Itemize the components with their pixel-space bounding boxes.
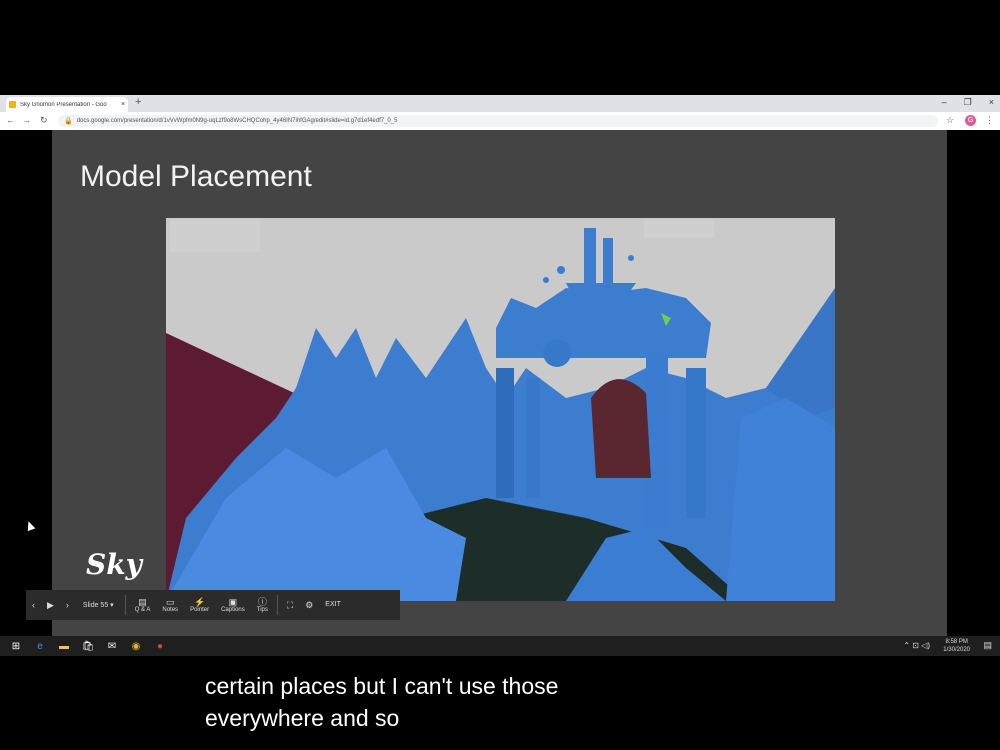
- toolbar-divider: [124, 595, 126, 615]
- lock-icon: 🔒: [64, 118, 73, 125]
- slide-selector[interactable]: Slide 55 ▾: [83, 601, 114, 609]
- qa-label: Q & A: [134, 607, 151, 613]
- game-scene-screenshot: [166, 218, 835, 601]
- forward-arrow-icon[interactable]: →: [22, 115, 31, 125]
- caption-line-1: certain places but I can't use those: [205, 673, 559, 699]
- chat-icon: ▤: [138, 597, 147, 607]
- edge-icon[interactable]: e: [32, 639, 48, 653]
- new-tab-button[interactable]: +: [135, 96, 141, 108]
- slide-title: Model Placement: [80, 160, 312, 193]
- captions-icon: ▣: [228, 597, 238, 607]
- chrome-icon[interactable]: ◉: [128, 639, 144, 653]
- notes-button[interactable]: ▭ Notes: [162, 597, 178, 613]
- presentation-stage: Model Placement Sky: [0, 130, 1000, 636]
- close-window-button[interactable]: ×: [989, 97, 994, 108]
- bookmark-star-icon[interactable]: ☆: [946, 115, 954, 126]
- browser-menu-icon[interactable]: ⋮: [985, 115, 994, 126]
- next-slide-button[interactable]: ›: [66, 600, 69, 610]
- notes-label: Notes: [162, 607, 179, 613]
- store-icon[interactable]: 🛍: [80, 639, 96, 653]
- url-field[interactable]: 🔒 docs.google.com/presentation/d/1vVvWpf…: [58, 115, 938, 127]
- slide: Model Placement Sky: [52, 130, 947, 636]
- caption-line-2: everywhere and so: [205, 705, 400, 731]
- fullscreen-button[interactable]: ⛶: [287, 600, 293, 610]
- mouse-cursor-icon: [24, 519, 36, 532]
- captions-button[interactable]: ▣ Captions: [221, 597, 245, 613]
- fullscreen-icon: ⛶: [286, 600, 294, 610]
- windows-taskbar: ⊞ e ▬ 🛍 ✉ ◉ ● ⌃ ⊡ ◁) 8:58 PM 1/30/2020 ▤: [0, 636, 1000, 656]
- pointer-label: Pointer: [190, 607, 210, 613]
- settings-button[interactable]: ⚙: [305, 600, 313, 610]
- windows-start-icon[interactable]: ⊞: [8, 639, 24, 653]
- exit-button[interactable]: EXIT: [325, 600, 341, 610]
- url-text: docs.google.com/presentation/d/1vVvWpfm0…: [76, 118, 398, 124]
- tab-close-icon[interactable]: ×: [118, 101, 128, 108]
- notification-icon[interactable]: ▤: [983, 640, 992, 651]
- maximize-button[interactable]: ❐: [964, 97, 972, 108]
- browser-tab[interactable]: Sky Gnomon Presentation - Goo ×: [6, 97, 128, 112]
- window-controls: – ❐ ×: [942, 97, 994, 108]
- tab-title: Sky Gnomon Presentation - Goo: [20, 101, 107, 108]
- pointer-button[interactable]: ⚡ Pointer: [190, 597, 209, 613]
- exit-label: EXIT: [325, 601, 341, 608]
- profile-avatar[interactable]: G: [965, 115, 976, 126]
- info-icon: ⓘ: [257, 597, 267, 607]
- system-tray-icons[interactable]: ⌃ ⊡ ◁): [903, 641, 930, 650]
- presenter-toolbar: ‹ ▶ › Slide 55 ▾ ▤ Q & A ▭ Notes ⚡ Point…: [26, 590, 400, 620]
- clock-time: 8:58 PM: [945, 639, 968, 645]
- minimize-button[interactable]: –: [942, 97, 947, 108]
- sky-logo: Sky: [86, 548, 142, 581]
- tips-button[interactable]: ⓘ Tips: [257, 597, 268, 613]
- notes-icon: ▭: [165, 597, 175, 607]
- captions-label: Captions: [221, 607, 245, 613]
- clock[interactable]: 8:58 PM 1/30/2020: [943, 638, 970, 654]
- play-button[interactable]: ▶: [47, 600, 54, 610]
- file-explorer-icon[interactable]: ▬: [56, 639, 72, 653]
- slides-favicon-icon: [9, 101, 16, 108]
- qa-button[interactable]: ▤ Q & A: [135, 597, 151, 613]
- back-arrow-icon[interactable]: ←: [6, 115, 15, 125]
- toolbar-divider: [276, 595, 278, 615]
- address-bar-row: ← → ↻ 🔒 docs.google.com/presentation/d/1…: [0, 112, 1000, 131]
- powerpoint-icon[interactable]: ●: [152, 639, 168, 653]
- gear-icon: ⚙: [305, 600, 314, 610]
- video-caption: certain places but I can't use those eve…: [205, 670, 558, 734]
- mail-icon[interactable]: ✉: [104, 639, 120, 653]
- browser-tab-bar: Sky Gnomon Presentation - Goo × + – ❐ ×: [0, 95, 1000, 112]
- slide-selector-label: Slide 55: [82, 602, 109, 609]
- scene-art: [166, 218, 835, 601]
- clock-date: 1/30/2020: [943, 647, 970, 653]
- tips-label: Tips: [256, 607, 268, 613]
- chevron-down-icon: ▾: [110, 602, 114, 609]
- pointer-icon: ⚡: [193, 597, 206, 607]
- previous-slide-button[interactable]: ‹: [32, 600, 35, 610]
- reload-icon[interactable]: ↻: [40, 115, 48, 126]
